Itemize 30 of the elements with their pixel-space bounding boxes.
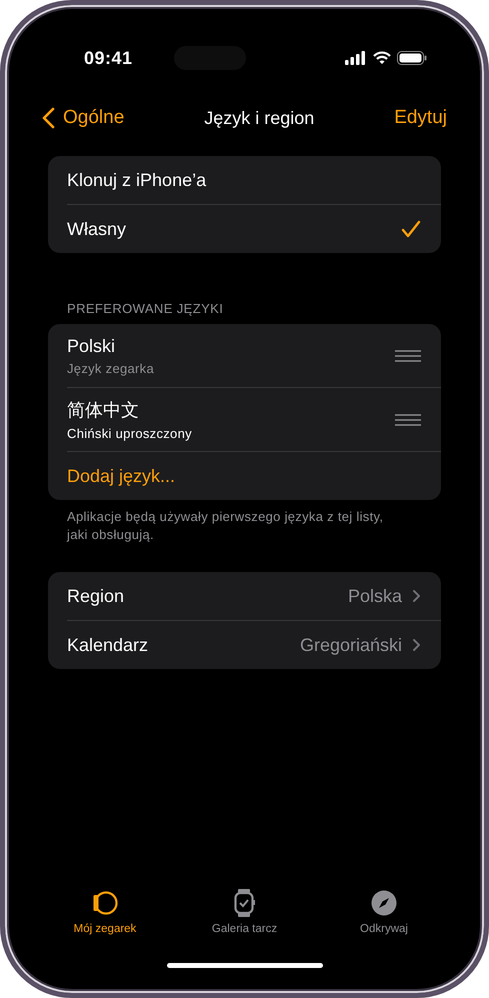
watch-side-icon (92, 889, 118, 917)
status-time: 09:41 (84, 48, 134, 68)
language-name: Polski (67, 336, 116, 356)
tab-bar-item[interactable]: Galeria tarcz (190, 889, 300, 935)
setting-row[interactable]: Region Polska (67, 572, 441, 620)
option-row[interactable]: Klonuj z iPhone’a (67, 156, 441, 204)
drag-handle-icon[interactable] (395, 412, 421, 426)
watch-icon (232, 889, 258, 917)
language-subtitle: Język zegarka (67, 360, 154, 376)
signal-icon (345, 51, 367, 65)
back-button[interactable]: Ogólne (42, 107, 124, 129)
setting-row[interactable]: Kalendarz Gregoriański (67, 620, 441, 669)
battery-icon (397, 51, 427, 65)
chevron-left-icon (42, 107, 55, 129)
language-subtitle: Chiński uproszczony (67, 426, 192, 441)
section-header: PREFEROWANE JĘZYKI (67, 301, 224, 316)
compass-icon (371, 889, 397, 917)
tab-bar-item[interactable]: Mój zegarek (50, 889, 160, 935)
chevron-right-icon (412, 589, 421, 603)
language-name: 简体中文 (67, 399, 140, 422)
wifi-icon (373, 51, 391, 65)
tab-bar-item[interactable]: Odkrywaj (329, 889, 439, 935)
add-language-link[interactable]: Dodaj język... (67, 466, 176, 486)
drag-handle-icon[interactable] (395, 348, 421, 362)
footnote: Aplikacje będą używały pierwszego języka z tej listy, jaki obsługują. (67, 508, 384, 544)
chevron-right-icon (412, 638, 421, 652)
option-row[interactable]: Własny (67, 204, 441, 253)
checkmark-icon (401, 220, 421, 238)
edit-button[interactable]: Edytuj (394, 107, 447, 129)
page-title: Język i region (204, 108, 314, 128)
